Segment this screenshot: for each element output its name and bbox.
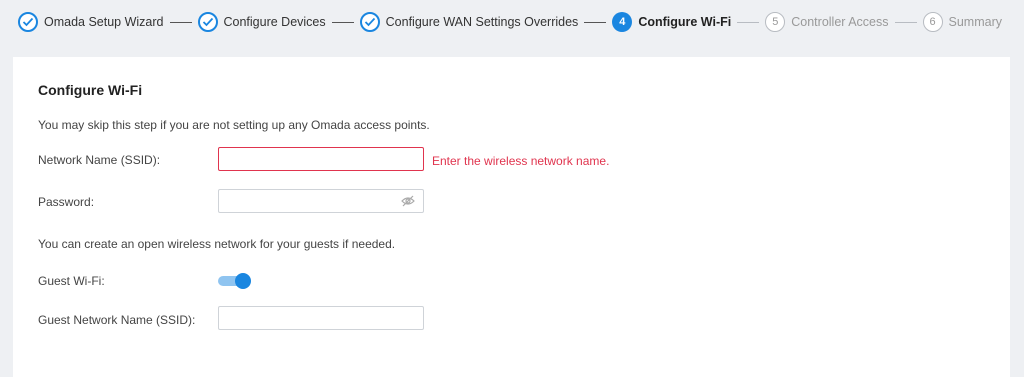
step-omada-setup-wizard[interactable]: Omada Setup Wizard [18,12,164,32]
step-number: 6 [922,12,943,32]
wifi-config-card: Configure Wi-Fi You may skip this step i… [13,57,1010,377]
page-title: Configure Wi-Fi [38,82,143,98]
guest-ssid-label: Guest Network Name (SSID): [38,313,196,327]
step-controller-access: 5 Controller Access [765,12,889,32]
step-label: Summary [948,15,1002,29]
guest-wifi-toggle[interactable] [218,271,252,291]
guest-note: You can create an open wireless network … [38,237,396,251]
check-icon [197,12,218,32]
step-label: Controller Access [791,15,889,29]
guest-ssid-input[interactable] [218,306,424,330]
step-configure-wifi: 4 Configure Wi-Fi [612,12,731,32]
check-icon [359,12,380,32]
step-connector [584,21,607,23]
ssid-label: Network Name (SSID): [38,153,161,167]
step-label: Omada Setup Wizard [44,15,164,29]
step-configure-wan-overrides[interactable]: Configure WAN Settings Overrides [359,12,579,32]
toggle-knob [235,273,251,289]
guest-wifi-label: Guest Wi-Fi: [38,274,105,288]
password-label: Password: [38,195,95,209]
password-field[interactable] [218,189,424,213]
step-connector [169,21,192,23]
step-label: Configure Devices [223,15,326,29]
check-icon [18,12,38,32]
wizard-stepper: Omada Setup Wizard Configure Devices Con… [0,0,1024,44]
step-connector [737,21,760,23]
step-connector [894,21,917,23]
step-number: 4 [612,12,633,32]
step-label: Configure Wi-Fi [638,15,732,29]
eye-hidden-icon[interactable] [401,194,415,208]
ssid-error-message: Enter the wireless network name. [432,154,610,168]
step-configure-devices[interactable]: Configure Devices [197,12,326,32]
step-summary: 6 Summary [922,12,1002,32]
ssid-input[interactable] [218,147,424,171]
step-connector [331,21,354,23]
step-number: 5 [765,12,786,32]
step-label: Configure WAN Settings Overrides [385,15,579,29]
skip-note: You may skip this step if you are not se… [38,118,430,132]
